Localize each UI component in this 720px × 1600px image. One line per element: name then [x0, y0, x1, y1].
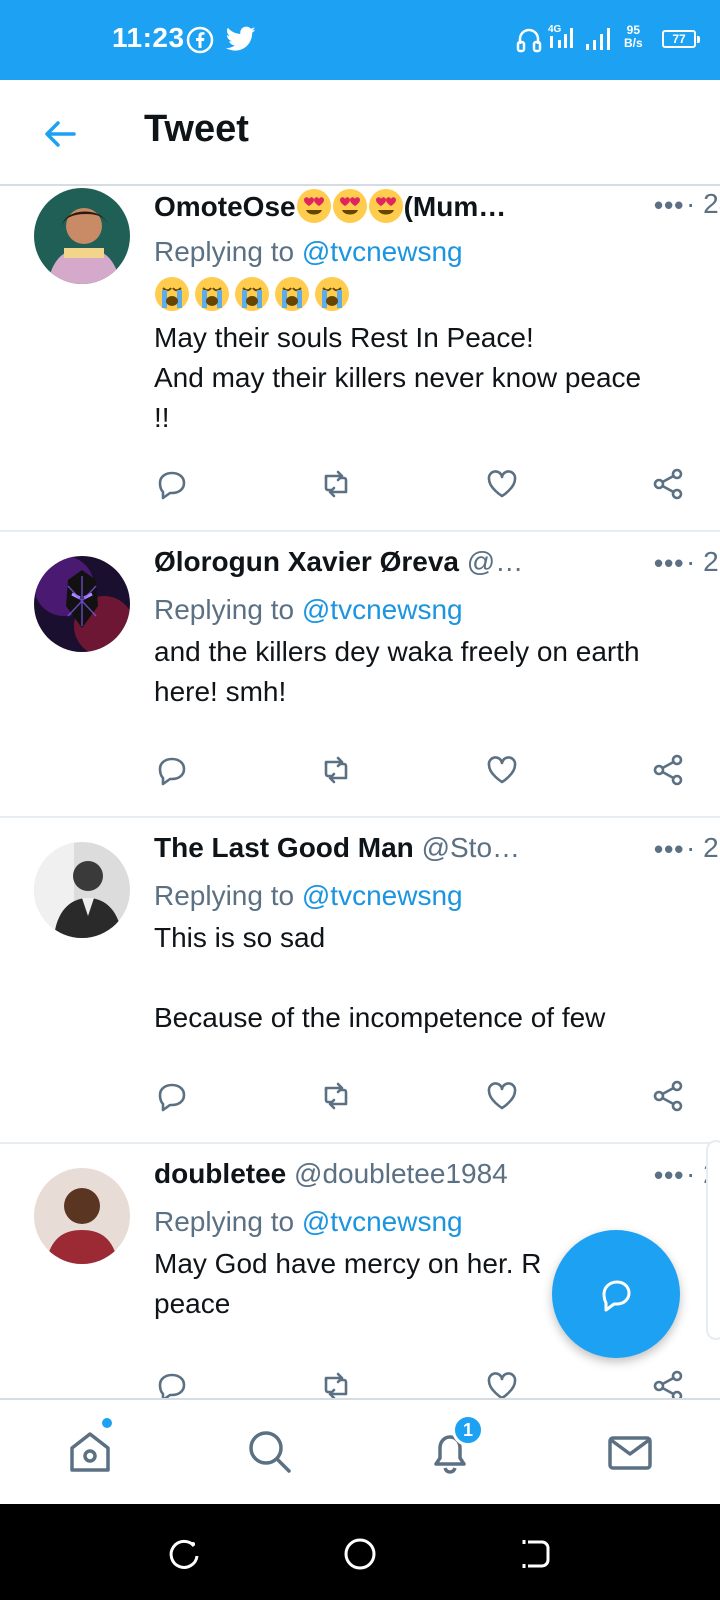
reply-icon[interactable] — [154, 752, 190, 788]
tweet-actions — [0, 466, 720, 506]
svg-text:4G: 4G — [548, 24, 562, 35]
replying-to: Replying to @tvcnewsng — [154, 594, 463, 626]
share-icon[interactable] — [650, 1368, 686, 1398]
reply-bubble-icon — [602, 1280, 631, 1312]
user-handle[interactable]: @doubletee1984 — [294, 1158, 508, 1189]
tweet-text: May their souls Rest In Peace! And may t… — [154, 322, 642, 433]
share-icon[interactable] — [650, 752, 686, 788]
retweet-icon[interactable] — [318, 752, 354, 788]
notifications-badge: 1 — [452, 1414, 484, 1446]
system-nav-bar — [0, 1504, 720, 1600]
user-handle[interactable]: @… — [467, 546, 523, 577]
replying-to: Replying to @tvcnewsng — [154, 236, 463, 268]
screen: 11:23 4G 95 B/s 77 Tweet OmoteOse (Mum… … — [0, 0, 720, 1600]
user-handle[interactable]: @Sto… — [422, 832, 520, 863]
display-name[interactable]: The Last Good Man — [154, 832, 414, 863]
display-name[interactable]: Ølorogun Xavier Øreva — [154, 546, 459, 577]
page-title: Tweet — [144, 108, 249, 150]
display-name-suffix[interactable]: (Mum… — [404, 191, 507, 222]
home-icon[interactable] — [64, 1426, 116, 1478]
reply-icon[interactable] — [154, 1078, 190, 1114]
like-heart-icon[interactable] — [484, 1368, 520, 1398]
reply-tweet[interactable]: OmoteOse (Mum… · 28m ••• Replying to @tvc… — [0, 186, 720, 532]
home-circle-icon[interactable] — [342, 1536, 378, 1572]
avatar[interactable] — [34, 1168, 130, 1264]
app-header: Tweet — [0, 80, 720, 186]
more-options-icon[interactable]: ••• — [654, 548, 684, 579]
avatar[interactable] — [34, 842, 130, 938]
tweet-header: doubletee @doubletee1984 · 22m — [154, 1158, 720, 1194]
status-bar: 11:23 4G 95 B/s 77 — [0, 0, 720, 80]
recent-apps-icon[interactable] — [166, 1536, 202, 1572]
battery-indicator: 77 — [662, 30, 700, 48]
status-time: 11:23 — [112, 22, 185, 53]
replying-label: Replying to — [154, 236, 302, 267]
network-speed: 95 B/s — [624, 24, 643, 50]
avatar[interactable] — [34, 188, 130, 284]
twitter-icon — [225, 26, 256, 57]
reply-icon[interactable] — [154, 1368, 190, 1398]
more-options-icon[interactable]: ••• — [654, 1160, 684, 1191]
signal-bars-icon — [584, 26, 614, 57]
reply-fab-button[interactable] — [552, 1230, 680, 1358]
mention-link[interactable]: @tvcnewsng — [302, 236, 463, 267]
more-options-icon[interactable]: ••• — [654, 834, 684, 865]
heart-eyes-emoji-icon — [296, 189, 404, 223]
mention-link[interactable]: @tvcnewsng — [302, 594, 463, 625]
tweet-header: The Last Good Man @Sto… · 29m — [154, 832, 720, 868]
reply-icon[interactable] — [154, 466, 190, 502]
display-name[interactable]: doubletee — [154, 1158, 286, 1189]
tweet-time: · 29m — [686, 546, 720, 577]
tweet-actions — [0, 1078, 720, 1118]
search-icon[interactable] — [244, 1426, 296, 1478]
like-heart-icon[interactable] — [484, 752, 520, 788]
facebook-icon — [186, 26, 214, 59]
like-heart-icon[interactable] — [484, 466, 520, 502]
tweet-text: and the killers dey waka freely on earth… — [154, 636, 640, 707]
share-icon[interactable] — [650, 1078, 686, 1114]
speed-unit: B/s — [624, 36, 643, 50]
avatar[interactable] — [34, 556, 130, 652]
speed-value: 95 — [626, 23, 641, 37]
signal-4g-icon: 4G — [548, 22, 578, 57]
tweet-text: This is so sad Because of the incompeten… — [154, 922, 606, 1033]
bottom-nav: 1 — [0, 1398, 720, 1504]
back-arrow-icon[interactable] — [40, 114, 80, 154]
share-icon[interactable] — [650, 466, 686, 502]
tweet-time: · 29m — [686, 832, 720, 863]
retweet-icon[interactable] — [318, 466, 354, 502]
crying-emojis — [154, 276, 354, 316]
retweet-icon[interactable] — [318, 1368, 354, 1398]
replying-to: Replying to @tvcnewsng — [154, 880, 463, 912]
headphones-icon — [516, 26, 542, 59]
mention-link[interactable]: @tvcnewsng — [302, 880, 463, 911]
tweet-time: · 28m — [686, 188, 720, 219]
replying-to: Replying to @tvcnewsng — [154, 1206, 463, 1238]
tweet-header: Ølorogun Xavier Øreva @… · 29m — [154, 546, 720, 582]
tweet-actions — [0, 752, 720, 792]
display-name[interactable]: OmoteOse — [154, 191, 296, 222]
replying-label: Replying to — [154, 1206, 302, 1237]
crying-face-icon — [155, 277, 189, 311]
more-options-icon[interactable]: ••• — [654, 190, 684, 221]
back-icon[interactable] — [518, 1536, 554, 1572]
retweet-icon[interactable] — [318, 1078, 354, 1114]
replying-label: Replying to — [154, 880, 302, 911]
home-unread-dot — [100, 1416, 114, 1430]
messages-envelope-icon[interactable] — [604, 1426, 656, 1478]
like-heart-icon[interactable] — [484, 1078, 520, 1114]
replying-label: Replying to — [154, 594, 302, 625]
reply-tweet[interactable]: Ølorogun Xavier Øreva @… · 29m ••• Reply… — [0, 532, 720, 818]
reply-tweet[interactable]: The Last Good Man @Sto… · 29m ••• Replyi… — [0, 818, 720, 1144]
mention-link[interactable]: @tvcnewsng — [302, 1206, 463, 1237]
scroll-indicator[interactable] — [706, 1140, 720, 1340]
tweet-header: OmoteOse (Mum… · 28m — [154, 188, 720, 224]
tweet-actions — [0, 1368, 720, 1398]
